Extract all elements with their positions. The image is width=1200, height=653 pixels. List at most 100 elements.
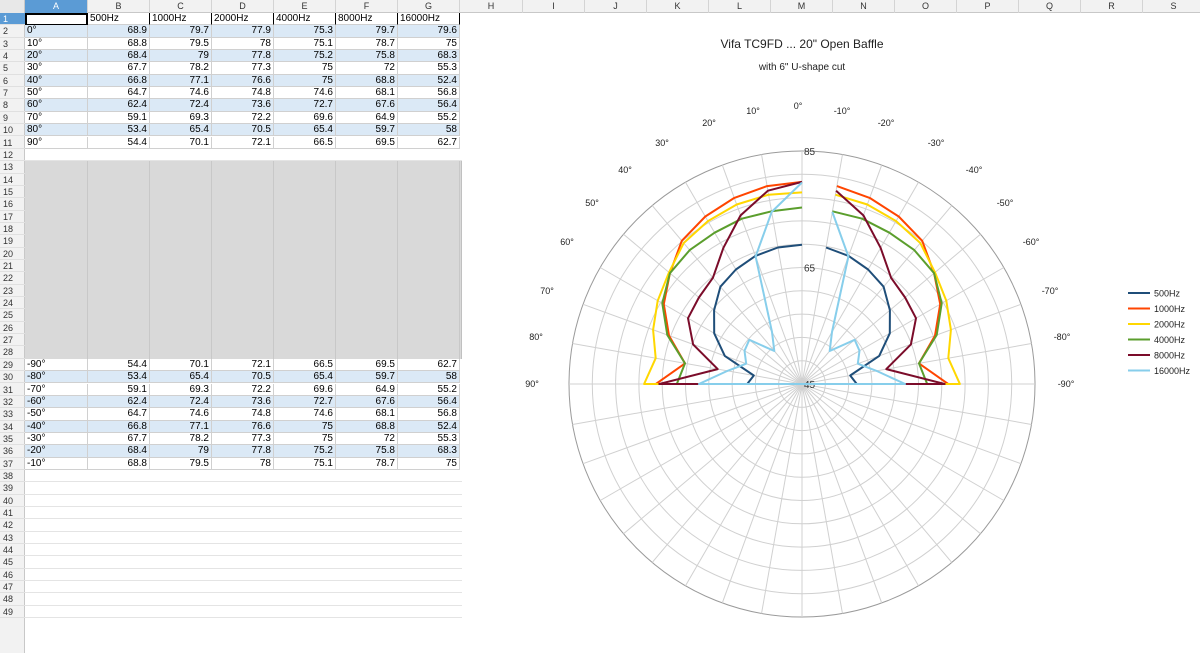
- row-header-38[interactable]: 38: [0, 470, 25, 483]
- table-cell[interactable]: 59.7: [336, 371, 398, 384]
- row-header-25[interactable]: 25: [0, 309, 25, 322]
- row-header-31[interactable]: 31: [0, 384, 25, 396]
- table-cell[interactable]: 67.7: [88, 432, 150, 446]
- table-cell[interactable]: 77.1: [150, 420, 212, 433]
- table-cell[interactable]: 56.4: [398, 99, 460, 112]
- column-header-q[interactable]: Q: [1019, 0, 1081, 13]
- row-header-37[interactable]: 37: [0, 458, 25, 470]
- table-cell[interactable]: 70°: [25, 111, 88, 125]
- row-header-42[interactable]: 42: [0, 519, 25, 532]
- table-cell[interactable]: 78.2: [150, 62, 212, 75]
- table-cell[interactable]: 70.1: [150, 358, 212, 372]
- table-cell[interactable]: 69.6: [274, 383, 336, 396]
- table-cell[interactable]: -80°: [25, 371, 88, 384]
- table-cell[interactable]: 67.6: [336, 395, 398, 409]
- row-header-41[interactable]: 41: [0, 507, 25, 520]
- table-cell[interactable]: -20°: [25, 445, 88, 458]
- table-cell[interactable]: 68.8: [336, 74, 398, 88]
- table-cell[interactable]: 79.7: [336, 25, 398, 38]
- table-cell[interactable]: 68.8: [88, 457, 150, 470]
- table-cell[interactable]: 74.6: [274, 408, 336, 421]
- table-cell[interactable]: -60°: [25, 395, 88, 409]
- table-cell[interactable]: 76.6: [212, 420, 274, 433]
- table-cell[interactable]: 58: [398, 371, 460, 384]
- row-header-29[interactable]: 29: [0, 359, 25, 372]
- row-header-40[interactable]: 40: [0, 495, 25, 507]
- table-cell[interactable]: 62.7: [398, 358, 460, 372]
- column-header-k[interactable]: K: [647, 0, 709, 13]
- table-cell[interactable]: 0°: [25, 25, 88, 38]
- table-cell[interactable]: 68.4: [88, 445, 150, 458]
- table-cell[interactable]: 500Hz: [88, 13, 150, 26]
- table-cell[interactable]: 64.9: [336, 383, 398, 396]
- table-cell[interactable]: 69.5: [336, 358, 398, 372]
- table-cell[interactable]: 70.5: [212, 371, 274, 384]
- table-cell[interactable]: 55.3: [398, 62, 460, 75]
- row-header-3[interactable]: 3: [0, 38, 25, 51]
- polar-chart[interactable]: Vifa TC9FD ... 20" Open Baffle with 6" U…: [462, 13, 1200, 653]
- table-cell[interactable]: 78.2: [150, 432, 212, 446]
- row-header-48[interactable]: 48: [0, 593, 25, 606]
- table-cell[interactable]: 70.1: [150, 136, 212, 149]
- table-cell[interactable]: -50°: [25, 408, 88, 421]
- column-header-j[interactable]: J: [585, 0, 647, 13]
- table-cell[interactable]: 79.5: [150, 37, 212, 51]
- table-cell[interactable]: 4000Hz: [274, 13, 336, 26]
- row-header-8[interactable]: 8: [0, 99, 25, 112]
- row-header-32[interactable]: 32: [0, 396, 25, 409]
- table-cell[interactable]: 65.4: [150, 124, 212, 137]
- column-header-a[interactable]: A: [25, 0, 88, 13]
- column-header-l[interactable]: L: [709, 0, 771, 13]
- row-header-44[interactable]: 44: [0, 544, 25, 557]
- row-header-22[interactable]: 22: [0, 272, 25, 285]
- table-cell[interactable]: 78.7: [336, 457, 398, 470]
- table-cell[interactable]: 66.8: [88, 74, 150, 88]
- row-header-46[interactable]: 46: [0, 569, 25, 582]
- table-cell[interactable]: 67.6: [336, 99, 398, 112]
- row-header-36[interactable]: 36: [0, 445, 25, 458]
- row-header-28[interactable]: 28: [0, 346, 25, 359]
- table-cell[interactable]: 54.4: [88, 136, 150, 149]
- table-cell[interactable]: 58: [398, 124, 460, 137]
- table-cell[interactable]: 10°: [25, 37, 88, 51]
- table-cell[interactable]: 75.3: [274, 25, 336, 38]
- column-header-b[interactable]: B: [88, 0, 150, 13]
- table-cell[interactable]: 75.2: [274, 445, 336, 458]
- table-cell[interactable]: 65.4: [274, 124, 336, 137]
- table-cell[interactable]: 56.4: [398, 395, 460, 409]
- table-cell[interactable]: 79: [150, 50, 212, 63]
- table-cell[interactable]: 72: [336, 432, 398, 446]
- table-cell[interactable]: 64.7: [88, 408, 150, 421]
- row-header-27[interactable]: 27: [0, 334, 25, 347]
- table-cell[interactable]: 79.7: [150, 25, 212, 38]
- row-header-6[interactable]: 6: [0, 75, 25, 88]
- table-cell[interactable]: 78: [212, 37, 274, 51]
- select-all-corner[interactable]: [0, 0, 25, 13]
- table-cell[interactable]: 69.5: [336, 136, 398, 149]
- table-cell[interactable]: 90°: [25, 136, 88, 149]
- table-cell[interactable]: 72.1: [212, 136, 274, 149]
- table-cell[interactable]: 74.6: [150, 87, 212, 100]
- table-cell[interactable]: -90°: [25, 358, 88, 372]
- table-cell[interactable]: 59.7: [336, 124, 398, 137]
- row-header-1[interactable]: 1: [0, 13, 25, 26]
- table-cell[interactable]: -40°: [25, 420, 88, 433]
- table-cell[interactable]: 72.7: [274, 99, 336, 112]
- table-cell[interactable]: 2000Hz: [212, 13, 274, 26]
- table-cell[interactable]: 59.1: [88, 111, 150, 125]
- table-cell[interactable]: 1000Hz: [150, 13, 212, 26]
- table-cell[interactable]: 65.4: [150, 371, 212, 384]
- row-header-30[interactable]: 30: [0, 371, 25, 384]
- table-cell[interactable]: 8000Hz: [336, 13, 398, 26]
- table-cell[interactable]: 78: [212, 457, 274, 470]
- table-cell[interactable]: 52.4: [398, 420, 460, 433]
- row-header-14[interactable]: 14: [0, 174, 25, 186]
- table-cell[interactable]: 68.3: [398, 445, 460, 458]
- table-cell[interactable]: 77.3: [212, 62, 274, 75]
- table-cell[interactable]: 56.8: [398, 87, 460, 100]
- table-cell[interactable]: 76.6: [212, 74, 274, 88]
- row-header-13[interactable]: 13: [0, 161, 25, 174]
- table-cell[interactable]: 72.4: [150, 99, 212, 112]
- row-header-49[interactable]: 49: [0, 606, 25, 619]
- row-header-12[interactable]: 12: [0, 149, 25, 162]
